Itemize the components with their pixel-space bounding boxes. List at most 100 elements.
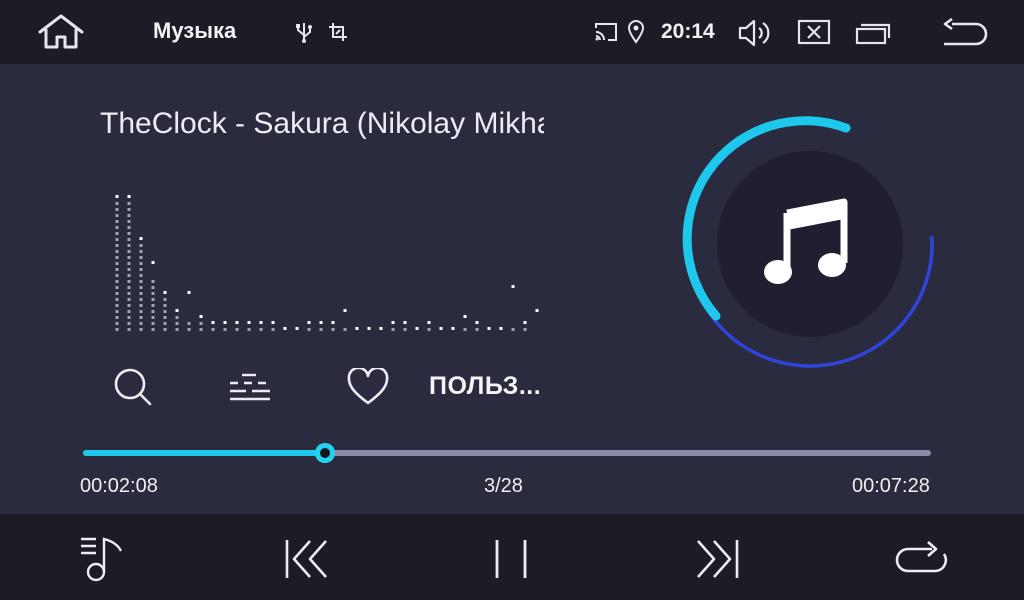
spectrum-peak <box>151 261 155 264</box>
app-title: Музыка <box>153 18 237 43</box>
close-icon[interactable] <box>797 19 831 45</box>
spectrum-dot <box>463 328 467 331</box>
spectrum-peak <box>295 327 299 330</box>
spectrum-dot <box>523 328 527 331</box>
spectrum-dot <box>115 250 119 253</box>
spectrum-dot <box>127 304 131 307</box>
spectrum-dot <box>139 268 143 271</box>
status-time: 20:14 <box>661 20 715 43</box>
spectrum-peak <box>487 327 491 330</box>
spectrum-dot <box>115 280 119 283</box>
spectrum-dot <box>163 322 167 325</box>
spectrum-dot <box>115 226 119 229</box>
spectrum-dot <box>127 280 131 283</box>
search-icon[interactable] <box>112 366 154 408</box>
spectrum-visualizer <box>115 195 539 331</box>
spectrum-dot <box>139 310 143 313</box>
spectrum-dot <box>127 298 131 301</box>
spectrum-dot <box>199 328 203 331</box>
spectrum-dot <box>139 244 143 247</box>
spectrum-peak <box>343 309 347 312</box>
spectrum-dot <box>151 298 155 301</box>
total-time: 00:07:28 <box>852 475 930 497</box>
spectrum-dot <box>163 304 167 307</box>
repeat-icon[interactable] <box>894 540 950 578</box>
spectrum-dot <box>127 250 131 253</box>
spectrum-dot <box>187 328 191 331</box>
spectrum-dot <box>115 268 119 271</box>
spectrum-dot <box>115 292 119 295</box>
spectrum-peak <box>307 321 311 324</box>
album-disc <box>717 151 903 337</box>
spectrum-peak <box>199 315 203 318</box>
spectrum-dot <box>163 298 167 301</box>
album-art <box>682 116 938 377</box>
spectrum-dot <box>163 316 167 319</box>
pause-icon[interactable] <box>492 538 530 580</box>
spectrum-peak <box>451 327 455 330</box>
seek-bar-thumb[interactable] <box>314 443 335 463</box>
spectrum-dot <box>127 274 131 277</box>
spectrum-peak <box>331 321 335 324</box>
spectrum-dot <box>247 328 251 331</box>
playlist-icon[interactable] <box>78 536 126 582</box>
track-title: TheClock - Sakura (Nikolay Mikhaylov Rem… <box>100 107 544 140</box>
spectrum-dot <box>151 286 155 289</box>
spectrum-dot <box>127 316 131 319</box>
spectrum-dot <box>127 286 131 289</box>
seek-bar[interactable] <box>83 443 931 463</box>
spectrum-dot <box>115 304 119 307</box>
equalizer-icon[interactable] <box>228 372 272 402</box>
spectrum-peak <box>367 327 371 330</box>
spectrum-dot <box>151 292 155 295</box>
home-icon[interactable] <box>36 14 86 50</box>
spectrum-dot <box>139 262 143 265</box>
spectrum-dot <box>151 328 155 331</box>
usb-icon <box>295 21 313 43</box>
back-icon[interactable] <box>940 18 988 48</box>
spectrum-peak <box>475 321 479 324</box>
spectrum-dot <box>151 280 155 283</box>
next-track-icon[interactable] <box>694 538 740 580</box>
previous-track-icon[interactable] <box>284 538 330 580</box>
spectrum-peak <box>223 321 227 324</box>
volume-icon[interactable] <box>737 18 773 48</box>
spectrum-dot <box>175 322 179 325</box>
spectrum-dot <box>211 328 215 331</box>
spectrum-peak <box>355 327 359 330</box>
spectrum-dot <box>115 220 119 223</box>
status-bar: Музыка 20:14 <box>0 0 1024 64</box>
spectrum-dot <box>235 328 239 331</box>
spectrum-dot <box>115 244 119 247</box>
spectrum-dot <box>151 304 155 307</box>
playback-controls <box>0 514 1024 600</box>
spectrum-peak <box>271 321 275 324</box>
heart-icon[interactable] <box>346 368 390 406</box>
spectrum-dot <box>511 328 515 331</box>
spectrum-dot <box>331 328 335 331</box>
spectrum-dot <box>139 250 143 253</box>
spectrum-dot <box>127 244 131 247</box>
spectrum-dot <box>475 328 479 331</box>
spectrum-dot <box>127 322 131 325</box>
spectrum-dot <box>343 328 347 331</box>
spectrum-dot <box>391 328 395 331</box>
spectrum-dot <box>163 310 167 313</box>
playlist-name[interactable]: ПОЛЬЗ... <box>429 372 541 401</box>
location-icon <box>628 20 644 44</box>
spectrum-dot <box>115 202 119 205</box>
spectrum-peak <box>499 327 503 330</box>
spectrum-dot <box>115 286 119 289</box>
track-position: 3/28 <box>484 475 523 497</box>
spectrum-dot <box>427 328 431 331</box>
spectrum-dot <box>115 316 119 319</box>
spectrum-dot <box>115 310 119 313</box>
recent-apps-icon[interactable] <box>855 19 893 45</box>
spectrum-dot <box>115 322 119 325</box>
spectrum-dot <box>127 268 131 271</box>
spectrum-peak <box>175 309 179 312</box>
spectrum-dot <box>115 208 119 211</box>
spectrum-dot <box>115 256 119 259</box>
spectrum-dot <box>115 238 119 241</box>
spectrum-dot <box>139 280 143 283</box>
